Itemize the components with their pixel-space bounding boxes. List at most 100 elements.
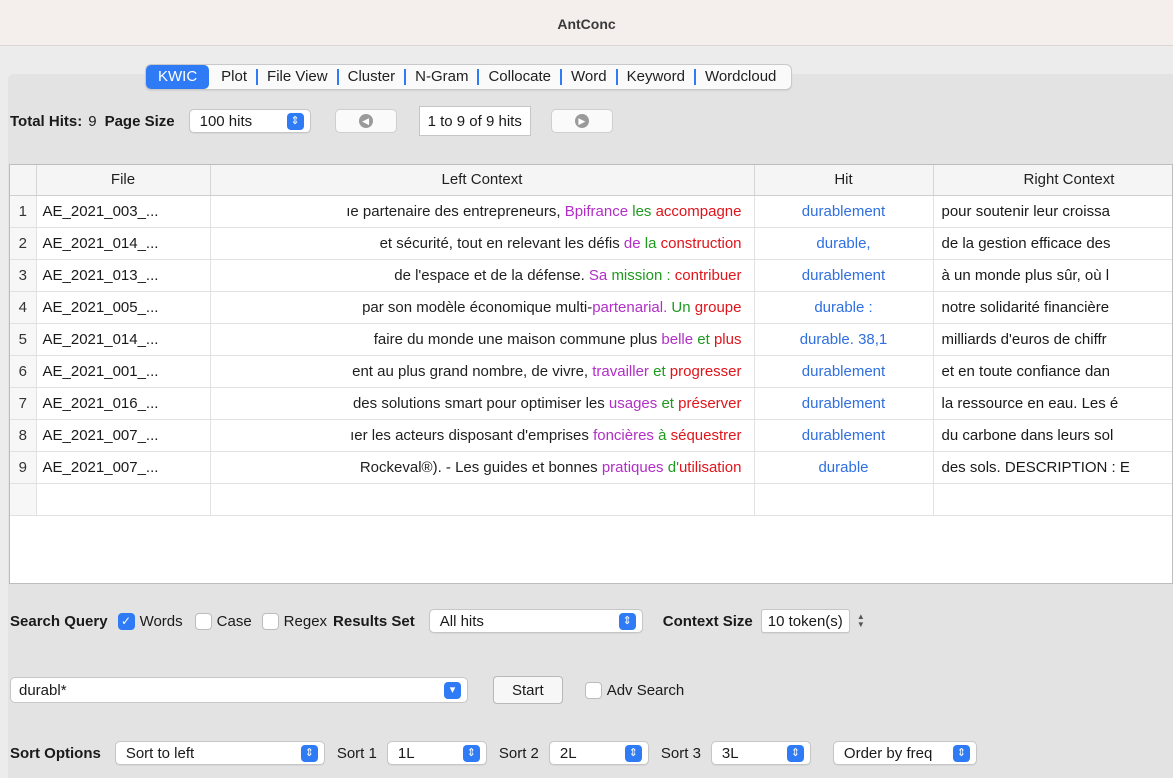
file-cell[interactable]: AE_2021_014_... xyxy=(36,227,211,260)
file-cell[interactable]: AE_2021_016_... xyxy=(36,387,211,420)
row-number: 1 xyxy=(10,195,37,228)
left-context-cell[interactable]: ent au plus grand nombre, de vivre, trav… xyxy=(210,355,755,388)
tab-kwic[interactable]: KWIC xyxy=(146,65,210,89)
chevron-updown-icon: ⇕ xyxy=(286,112,304,130)
left-context-cell[interactable]: et sécurité, tout en relevant les défis … xyxy=(210,227,755,260)
left-context-l1: construction xyxy=(660,234,742,252)
tab-cluster[interactable]: Cluster xyxy=(339,65,405,89)
results-set-select[interactable]: All hits ⇕ xyxy=(428,609,643,633)
right-context-cell[interactable]: de la gestion efficace des xyxy=(933,227,1172,260)
column-header-right-context[interactable]: Right Context xyxy=(933,165,1172,196)
next-page-button[interactable]: ▶ xyxy=(550,109,613,133)
right-context-cell[interactable]: pour soutenir leur croissa xyxy=(933,195,1172,228)
table-row[interactable]: 5 AE_2021_014_... faire du monde une maiso… xyxy=(10,323,1172,356)
tab-collocate[interactable]: Collocate xyxy=(479,65,560,89)
left-context-cell[interactable]: des solutions smart pour optimiser les u… xyxy=(210,387,755,420)
right-context-cell[interactable]: du carbone dans leurs sol xyxy=(933,419,1172,452)
tab-wordcloud[interactable]: Wordcloud xyxy=(696,65,785,89)
kwic-table[interactable]: File Left Context Hit Right Context 1 AE_… xyxy=(9,164,1173,584)
right-context-cell[interactable]: milliards d'euros de chiffr xyxy=(933,323,1172,356)
table-row[interactable]: 3 AE_2021_013_... de l'espace et de la déf… xyxy=(10,259,1172,292)
table-row[interactable]: 6 AE_2021_001_... ent au plus grand nombre… xyxy=(10,355,1172,388)
table-row[interactable]: 2 AE_2021_014_... et sécurité, tout en rel… xyxy=(10,227,1172,260)
file-cell[interactable]: AE_2021_014_... xyxy=(36,323,211,356)
hit-cell[interactable]: durablement xyxy=(754,195,934,228)
left-context-l1: plus xyxy=(713,330,742,348)
table-row[interactable]: 1 AE_2021_003_... ıe partenaire des entrep… xyxy=(10,195,1172,228)
row-number: 2 xyxy=(10,227,37,260)
left-context-cell[interactable]: Rockeval®). - Les guides et bonnes prati… xyxy=(210,451,755,484)
file-cell[interactable]: AE_2021_013_... xyxy=(36,259,211,292)
chevron-updown-icon: ⇕ xyxy=(618,612,636,630)
left-context-cell[interactable]: faire du monde une maison commune plus b… xyxy=(210,323,755,356)
left-context-text: ıe partenaire des entrepreneurs, xyxy=(346,202,565,220)
tab-n-gram[interactable]: N-Gram xyxy=(406,65,477,89)
right-context-cell[interactable]: la ressource en eau. Les é xyxy=(933,387,1172,420)
hit-cell[interactable]: durable xyxy=(754,451,934,484)
file-cell[interactable]: AE_2021_003_... xyxy=(36,195,211,228)
right-context-cell[interactable]: des sols. DESCRIPTION : E xyxy=(933,451,1172,484)
regex-checkbox[interactable] xyxy=(261,612,279,630)
regex-label: Regex xyxy=(283,612,328,630)
hit-cell[interactable]: durablement xyxy=(754,387,934,420)
hit-cell[interactable]: durablement xyxy=(754,355,934,388)
left-context-cell[interactable]: ıer les acteurs disposant d'emprises fon… xyxy=(210,419,755,452)
context-size-stepper[interactable]: ▲ ▼ xyxy=(854,611,868,631)
search-query-label: Search Query xyxy=(10,612,108,630)
table-row[interactable]: 8 AE_2021_007_... ıer les acteurs disposan… xyxy=(10,419,1172,452)
left-context-l2: et xyxy=(661,394,674,412)
words-label: Words xyxy=(139,612,183,630)
left-context-l1: utilisation xyxy=(678,458,742,476)
sort-options-row: Sort Options Sort to left ⇕ Sort 1 1L ⇕ … xyxy=(10,738,977,768)
table-row[interactable]: 9 AE_2021_007_... Rockeval®). - Les guides… xyxy=(10,451,1172,484)
column-header-file[interactable]: File xyxy=(36,165,211,196)
left-context-l3: de xyxy=(623,234,641,252)
hit-cell[interactable]: durable, xyxy=(754,227,934,260)
empty-cell xyxy=(36,483,211,516)
file-cell[interactable]: AE_2021_007_... xyxy=(36,451,211,484)
tab-word[interactable]: Word xyxy=(562,65,616,89)
hit-cell[interactable]: durable. 38,1 xyxy=(754,323,934,356)
sort2-select[interactable]: 2L ⇕ xyxy=(548,741,649,765)
right-context-cell[interactable]: et en toute confiance dan xyxy=(933,355,1172,388)
sort3-select[interactable]: 3L ⇕ xyxy=(710,741,811,765)
tab-plot[interactable]: Plot xyxy=(212,65,256,89)
column-header-left-context[interactable]: Left Context xyxy=(210,165,755,196)
chevron-updown-icon: ⇕ xyxy=(786,744,804,762)
left-context-cell[interactable]: de l'espace et de la défense. Sa mission… xyxy=(210,259,755,292)
file-cell[interactable]: AE_2021_001_... xyxy=(36,355,211,388)
left-context-cell[interactable]: ıe partenaire des entrepreneurs, Bpifran… xyxy=(210,195,755,228)
sort-mode-select[interactable]: Sort to left ⇕ xyxy=(114,741,325,765)
total-hits-value: 9 xyxy=(88,112,97,130)
prev-page-button[interactable]: ◀ xyxy=(334,109,397,133)
tab-keyword[interactable]: Keyword xyxy=(618,65,694,89)
right-context-cell[interactable]: notre solidarité financière xyxy=(933,291,1172,324)
sort1-select[interactable]: 1L ⇕ xyxy=(386,741,487,765)
hit-cell[interactable]: durablement xyxy=(754,259,934,292)
page-size-select[interactable]: 100 hits ⇕ xyxy=(188,109,311,133)
context-size-field[interactable]: 10 token(s) xyxy=(760,609,850,633)
column-header-hit[interactable]: Hit xyxy=(754,165,934,196)
right-context-cell[interactable]: à un monde plus sûr, où l xyxy=(933,259,1172,292)
tab-file-view[interactable]: File View xyxy=(258,65,337,89)
hit-cell[interactable]: durablement xyxy=(754,419,934,452)
words-checkbox[interactable]: ✓ xyxy=(117,612,135,630)
left-context-l2: d' xyxy=(667,458,679,476)
empty-cell xyxy=(933,483,1172,516)
tool-tabs: KWIC Plot File View Cluster N-Gram Collo… xyxy=(145,64,793,90)
table-row[interactable]: 4 AE_2021_005_... par son modèle économiqu… xyxy=(10,291,1172,324)
hit-cell[interactable]: durable : xyxy=(754,291,934,324)
search-query-input[interactable]: durabl* ▾ xyxy=(10,677,468,703)
file-cell[interactable]: AE_2021_007_... xyxy=(36,419,211,452)
adv-search-checkbox[interactable] xyxy=(584,681,602,699)
table-row[interactable]: 7 AE_2021_016_... des solutions smart pour… xyxy=(10,387,1172,420)
left-context-cell[interactable]: par son modèle économique multi-partenar… xyxy=(210,291,755,324)
start-button[interactable]: Start xyxy=(493,676,563,704)
chevron-down-icon[interactable]: ▾ xyxy=(444,681,461,699)
file-cell[interactable]: AE_2021_005_... xyxy=(36,291,211,324)
order-value: Order by freq xyxy=(843,744,933,762)
hits-bar: Total Hits: 9 Page Size 100 hits ⇕ ◀ 1 t… xyxy=(10,104,613,138)
case-checkbox[interactable] xyxy=(194,612,212,630)
row-number: 7 xyxy=(10,387,37,420)
order-select[interactable]: Order by freq ⇕ xyxy=(832,741,977,765)
